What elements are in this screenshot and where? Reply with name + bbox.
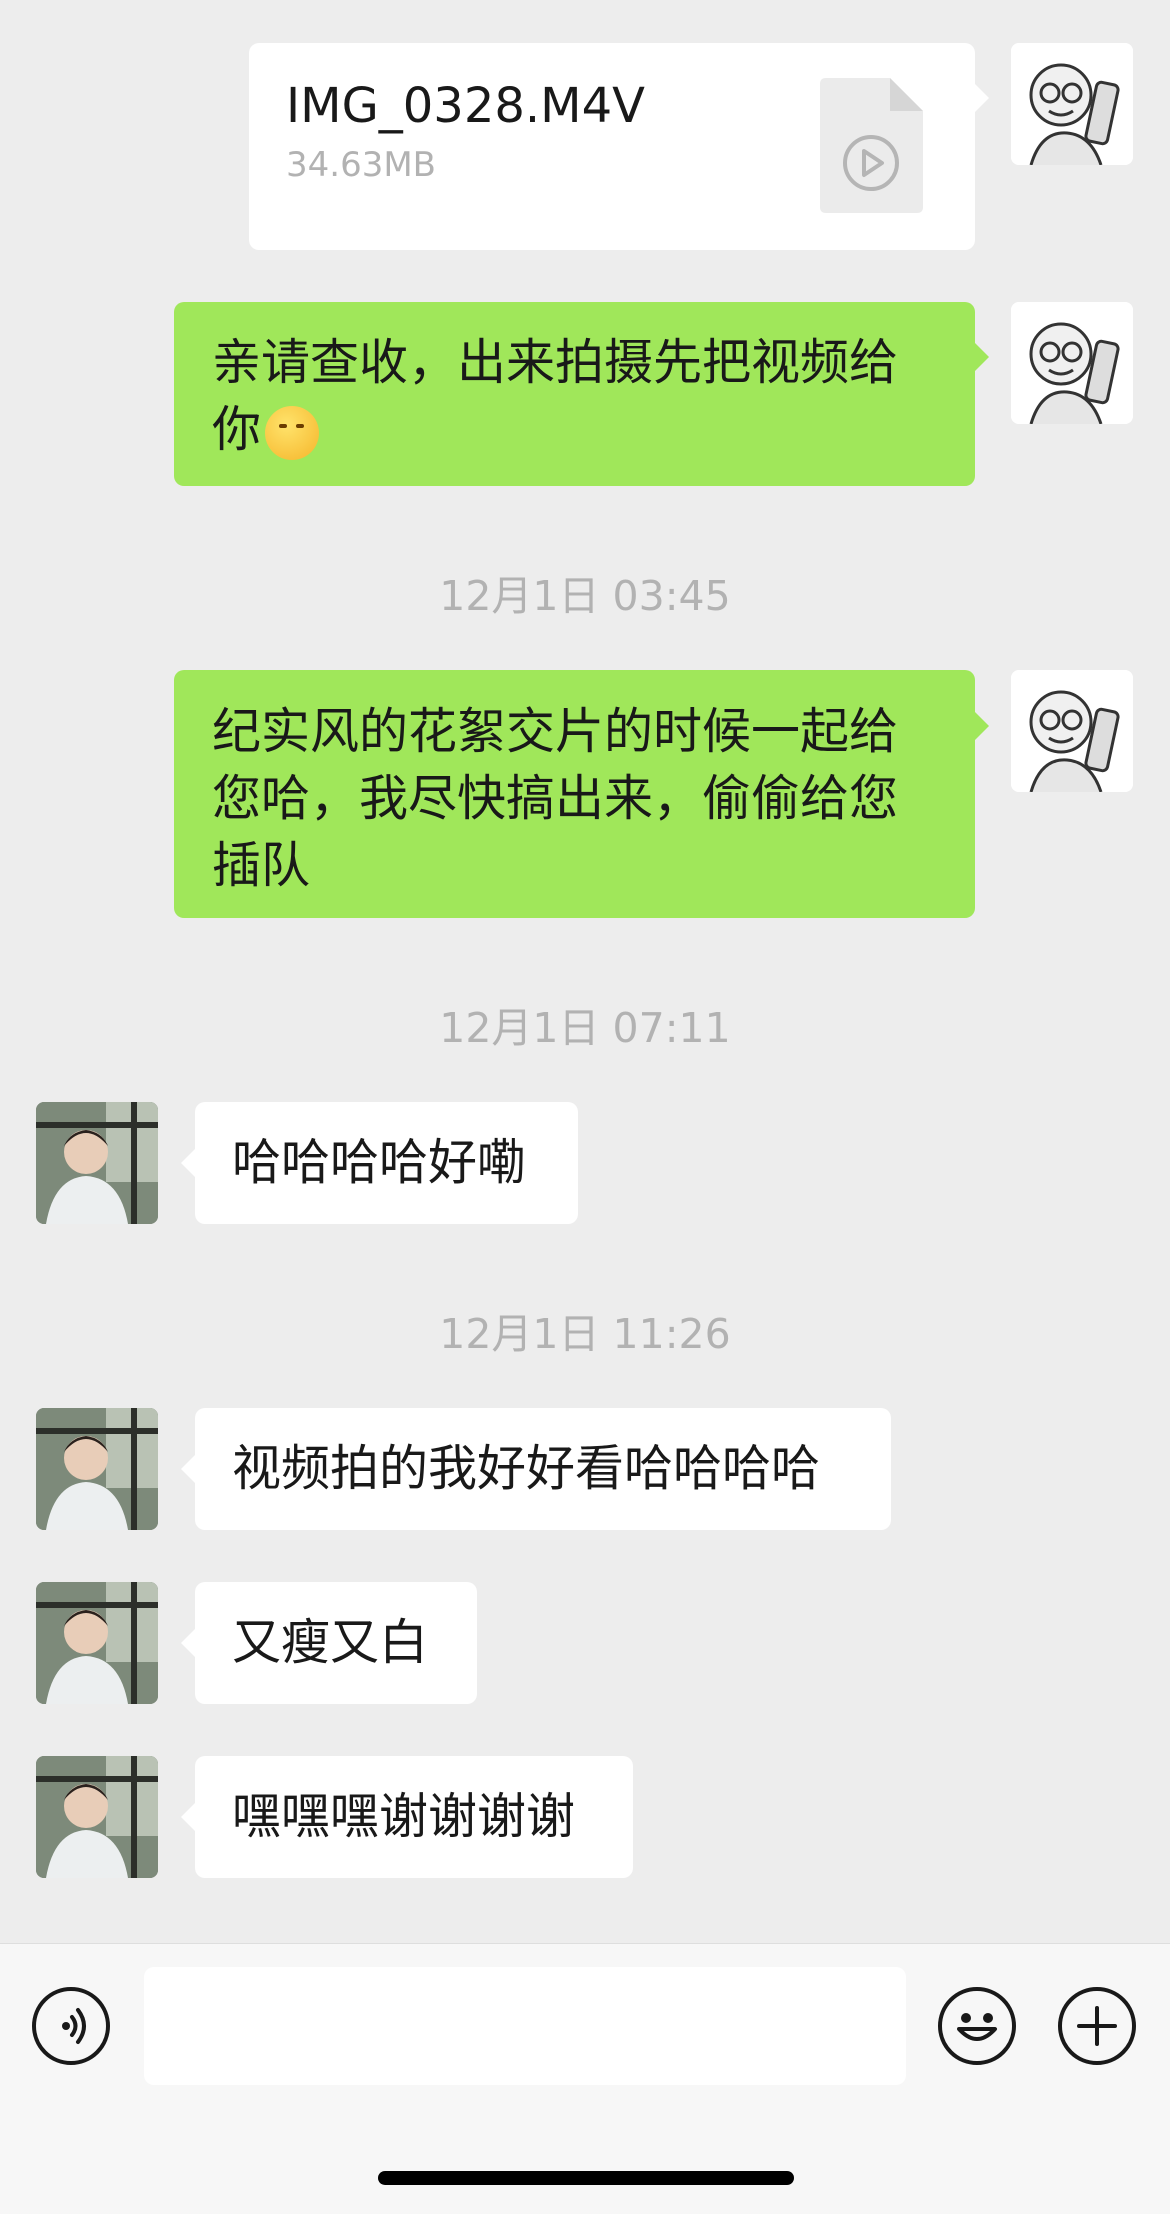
received-message-bubble[interactable]: 嘿嘿嘿谢谢谢谢 xyxy=(195,1756,633,1878)
emoji-button[interactable] xyxy=(938,1987,1016,2065)
message-text: 哈哈哈哈好嘞 xyxy=(232,1134,527,1191)
voice-button[interactable] xyxy=(32,1987,110,2065)
received-message-bubble[interactable]: 视频拍的我好好看哈哈哈哈 xyxy=(195,1408,891,1530)
video-file-icon xyxy=(820,78,923,213)
bubble-tail xyxy=(975,712,989,740)
message-text: 又瘦又白 xyxy=(232,1614,429,1671)
bubble-tail xyxy=(181,1455,195,1483)
bubble-tail xyxy=(975,84,989,112)
my-avatar[interactable] xyxy=(1011,670,1133,792)
bubble-tail xyxy=(181,1149,195,1177)
contact-avatar[interactable] xyxy=(36,1582,158,1704)
message-text: 纪实风的花絮交片的时候一起给您哈，我尽快搞出来，偷偷给您插队 xyxy=(212,703,899,894)
my-avatar[interactable] xyxy=(1011,43,1133,165)
received-message-bubble[interactable]: 又瘦又白 xyxy=(195,1582,477,1704)
plus-icon xyxy=(1077,2006,1117,2046)
sent-message-bubble[interactable]: 纪实风的花絮交片的时候一起给您哈，我尽快搞出来，偷偷给您插队 xyxy=(174,670,975,918)
contact-avatar[interactable] xyxy=(36,1408,158,1530)
bubble-tail xyxy=(181,1803,195,1831)
message-text: 视频拍的我好好看哈哈哈哈 xyxy=(232,1440,821,1497)
voice-icon xyxy=(62,2008,86,2044)
file-name: IMG_0328.M4V xyxy=(286,78,645,134)
plus-button[interactable] xyxy=(1058,1987,1136,2065)
bubble-tail xyxy=(975,343,989,371)
message-timestamp: 12月1日 07:11 xyxy=(439,1004,731,1052)
sent-message-bubble[interactable]: 亲请查收，出来拍摄先把视频给你 xyxy=(174,302,975,486)
message-input[interactable] xyxy=(144,1967,906,2085)
file-size: 34.63MB xyxy=(286,145,436,185)
received-message-bubble[interactable]: 哈哈哈哈好嘞 xyxy=(195,1102,578,1224)
my-avatar[interactable] xyxy=(1011,302,1133,424)
contact-avatar[interactable] xyxy=(36,1102,158,1224)
emoji-icon xyxy=(957,2013,997,2041)
message-timestamp: 12月1日 11:26 xyxy=(439,1310,731,1358)
message-text: 嘿嘿嘿谢谢谢谢 xyxy=(232,1788,576,1845)
contact-avatar[interactable] xyxy=(36,1756,158,1878)
thinking-face-emoji xyxy=(265,405,320,460)
home-indicator[interactable] xyxy=(378,2171,794,2185)
message-timestamp: 12月1日 03:45 xyxy=(439,572,731,620)
bubble-tail xyxy=(181,1629,195,1657)
